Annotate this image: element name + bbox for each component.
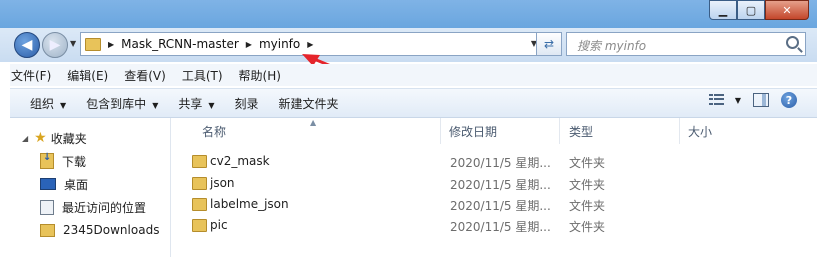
menu-help[interactable]: 帮助(H) [238, 67, 282, 84]
menu-view[interactable]: 查看(V) [123, 67, 167, 84]
folder-icon [85, 37, 101, 51]
file-type: 文件夹 [569, 156, 606, 170]
maximize-button[interactable]: ▢ [737, 0, 765, 20]
table-row[interactable]: pic 2020/11/5 星期... 文件夹 [172, 215, 812, 236]
file-type: 文件夹 [569, 199, 606, 213]
help-icon[interactable]: ? [781, 92, 797, 108]
file-list: ▲ 名称 修改日期 类型 大小 cv2_mask 2020/11/5 星期...… [172, 118, 817, 257]
share-label: 共享 [178, 96, 203, 111]
menu-tools[interactable]: 工具(T) [181, 67, 224, 84]
file-name: json [210, 176, 235, 190]
chevron-down-icon: ▼ [208, 100, 215, 110]
new-folder-button[interactable]: 新建文件夹 [279, 95, 339, 112]
folder-icon [192, 177, 207, 190]
view-options-icon[interactable] [708, 94, 724, 106]
breadcrumb-item[interactable]: myinfo [259, 37, 300, 51]
navigation-pane: ◢ ★ 收藏夹 下载 桌面 最近访问的位置 2345Downloads [10, 118, 171, 257]
sidebar-item-2345downloads[interactable]: 2345Downloads [40, 220, 159, 240]
sidebar-item-label: 收藏夹 [50, 131, 87, 146]
include-in-library-button[interactable]: 包含到库中 ▼ [86, 95, 158, 112]
table-row[interactable]: labelme_json 2020/11/5 星期... 文件夹 [172, 194, 812, 215]
forward-button[interactable]: ▶ [42, 32, 68, 58]
address-bar-row: ◀ ▶ ▼ ▶ Mask_RCNN-master ▶ myinfo ▶ ▼ ⇄ … [0, 28, 817, 62]
menu-edit[interactable]: 编辑(E) [66, 67, 109, 84]
folder-icon [192, 155, 207, 168]
sidebar-item-downloads[interactable]: 下载 [40, 151, 86, 171]
folder-icon [192, 198, 207, 211]
column-header-type[interactable]: 类型 [569, 118, 680, 144]
organize-button[interactable]: 组织 ▼ [30, 95, 66, 112]
star-icon: ★ [34, 130, 47, 146]
breadcrumb-separator-icon[interactable]: ▶ [246, 40, 252, 49]
share-button[interactable]: 共享 ▼ [178, 95, 214, 112]
file-name: labelme_json [210, 197, 289, 211]
breadcrumb-item[interactable]: Mask_RCNN-master [121, 37, 239, 51]
file-type: 文件夹 [569, 220, 606, 234]
preview-pane-icon[interactable] [753, 93, 769, 107]
table-row[interactable]: cv2_mask 2020/11/5 星期... 文件夹 [172, 151, 812, 172]
folder-icon [192, 219, 207, 232]
sidebar-item-desktop[interactable]: 桌面 [40, 174, 88, 194]
downloads-folder-icon [40, 152, 54, 169]
table-row[interactable]: json 2020/11/5 星期... 文件夹 [172, 173, 812, 194]
back-button[interactable]: ◀ [14, 32, 40, 58]
burn-button[interactable]: 刻录 [235, 95, 259, 112]
chevron-down-icon: ▼ [60, 100, 67, 110]
sidebar-item-label: 下载 [62, 154, 87, 169]
title-bar: ▁ ▢ ✕ [0, 0, 817, 28]
include-in-library-label: 包含到库中 [86, 96, 147, 111]
sidebar-item-label: 2345Downloads [63, 223, 160, 237]
recent-places-icon [40, 199, 54, 215]
file-modified: 2020/11/5 星期... [450, 156, 551, 170]
file-modified: 2020/11/5 星期... [450, 199, 551, 213]
sidebar-item-favorites[interactable]: ◢ ★ 收藏夹 [10, 128, 87, 148]
file-type: 文件夹 [569, 178, 606, 192]
chevron-down-icon: ▼ [152, 100, 159, 110]
refresh-button[interactable]: ⇄ [536, 32, 562, 56]
sidebar-item-label: 最近访问的位置 [62, 200, 147, 215]
folder-icon [40, 223, 55, 237]
search-placeholder: 搜索 myinfo [577, 39, 647, 53]
view-dropdown-icon[interactable]: ▼ [735, 96, 741, 105]
menu-file[interactable]: 文件(F) [10, 67, 52, 84]
column-header-name[interactable]: 名称 [202, 118, 441, 144]
menu-bar: 文件(F) 编辑(E) 查看(V) 工具(T) 帮助(H) [10, 64, 817, 86]
column-header-modified[interactable]: 修改日期 [449, 118, 560, 144]
close-button[interactable]: ✕ [765, 0, 809, 20]
collapse-icon[interactable]: ◢ [22, 134, 28, 143]
window-controls: ▁ ▢ ✕ [709, 0, 809, 20]
sidebar-item-label: 桌面 [64, 177, 89, 192]
search-input[interactable]: 搜索 myinfo [566, 32, 806, 56]
file-modified: 2020/11/5 星期... [450, 220, 551, 234]
minimize-button[interactable]: ▁ [709, 0, 737, 20]
search-icon [786, 36, 799, 49]
organize-label: 组织 [30, 96, 55, 111]
column-header-size[interactable]: 大小 [688, 118, 798, 144]
sidebar-item-recent[interactable]: 最近访问的位置 [40, 197, 146, 217]
command-toolbar: 组织 ▼ 包含到库中 ▼ 共享 ▼ 刻录 新建文件夹 ▼ ? [10, 88, 817, 118]
file-name: cv2_mask [210, 154, 270, 168]
breadcrumb-separator-icon[interactable]: ▶ [307, 40, 313, 49]
file-name: pic [210, 218, 228, 232]
desktop-icon [40, 178, 56, 190]
history-dropdown-icon[interactable]: ▼ [70, 39, 76, 48]
file-modified: 2020/11/5 星期... [450, 178, 551, 192]
breadcrumb-separator-icon[interactable]: ▶ [108, 40, 114, 49]
